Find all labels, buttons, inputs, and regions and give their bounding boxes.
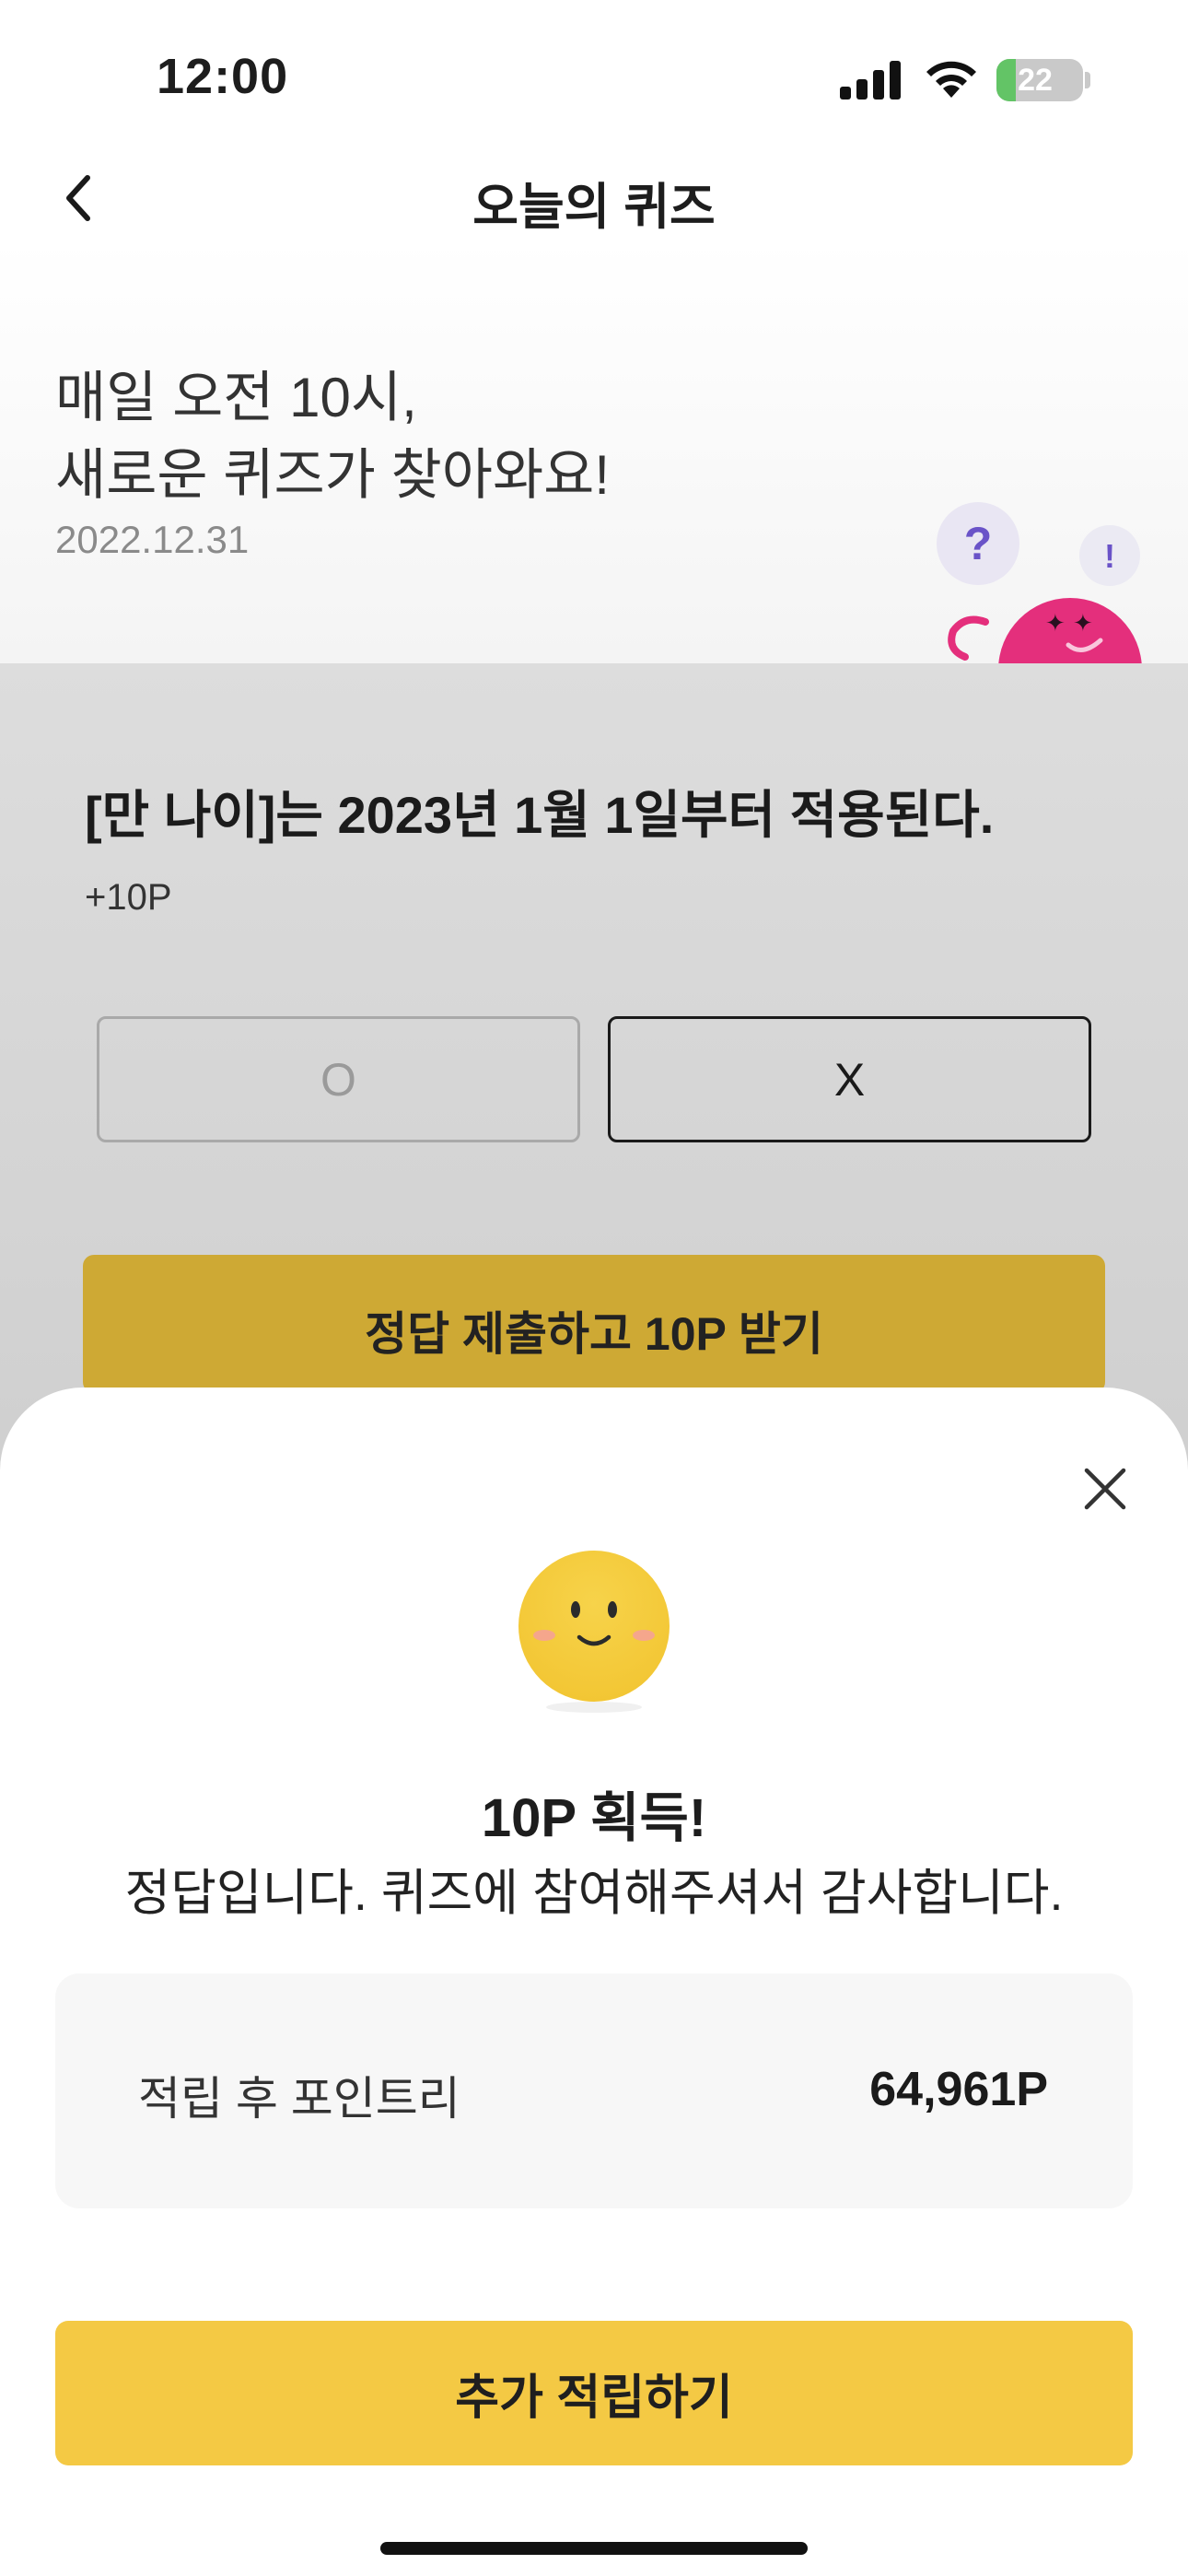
points-summary-card: 적립 후 포인트리 64,961P	[55, 1973, 1133, 2208]
smiley-icon	[518, 1551, 670, 1713]
mascot-exclaim-mark: !	[1104, 537, 1115, 575]
home-indicator[interactable]	[380, 2542, 808, 2555]
answer-x-button[interactable]: X	[608, 1016, 1091, 1142]
mascot-question-mark: ?	[964, 518, 993, 569]
quiz-hero: 매일 오전 10시, 새로운 퀴즈가 찾아와요! 2022.12.31 ? ! …	[0, 240, 1188, 663]
status-bar: 12:00 22	[0, 0, 1188, 157]
status-time: 12:00	[157, 49, 289, 104]
answer-o-button[interactable]: O	[97, 1016, 580, 1142]
quiz-points: +10P	[85, 877, 172, 918]
signal-icon	[840, 61, 901, 100]
battery-tip	[1085, 72, 1090, 88]
wifi-icon	[926, 61, 976, 98]
hero-headline-line2: 새로운 퀴즈가 찾아와요!	[55, 444, 611, 506]
quiz-date: 2022.12.31	[55, 518, 250, 561]
submit-answer-button[interactable]: 정답 제출하고 10P 받기	[83, 1255, 1105, 1393]
mascot-eyes: ✦ ✦	[1045, 610, 1093, 638]
points-label: 적립 후 포인트리	[138, 2073, 460, 2125]
points-value: 64,961P	[869, 2063, 1048, 2116]
close-button[interactable]	[1076, 1459, 1135, 1518]
close-icon	[1084, 1468, 1126, 1510]
reward-title: 10P 획득!	[481, 1788, 707, 1848]
hero-headline-line1: 매일 오전 10시,	[55, 367, 417, 428]
earn-more-button[interactable]: 추가 적립하기	[55, 2321, 1133, 2465]
battery-level: 22	[1018, 63, 1053, 98]
result-sheet: 10P 획득! 정답입니다. 퀴즈에 참여해주셔서 감사합니다. 적립 후 포인…	[0, 1388, 1188, 2576]
nav-bar: 오늘의 퀴즈	[0, 157, 1188, 240]
mascot-arm	[948, 615, 989, 661]
mascot-illustration: ? ! ✦ ✦	[937, 502, 1142, 663]
quiz-question: [만 나이]는 2023년 1월 1일부터 적용된다.	[85, 786, 995, 844]
page-title: 오늘의 퀴즈	[472, 180, 716, 235]
reward-message: 정답입니다. 퀴즈에 참여해주셔서 감사합니다.	[124, 1866, 1064, 1921]
battery-icon: 22	[996, 59, 1083, 101]
hero-headline: 매일 오전 10시, 새로운 퀴즈가 찾아와요!	[55, 359, 610, 514]
